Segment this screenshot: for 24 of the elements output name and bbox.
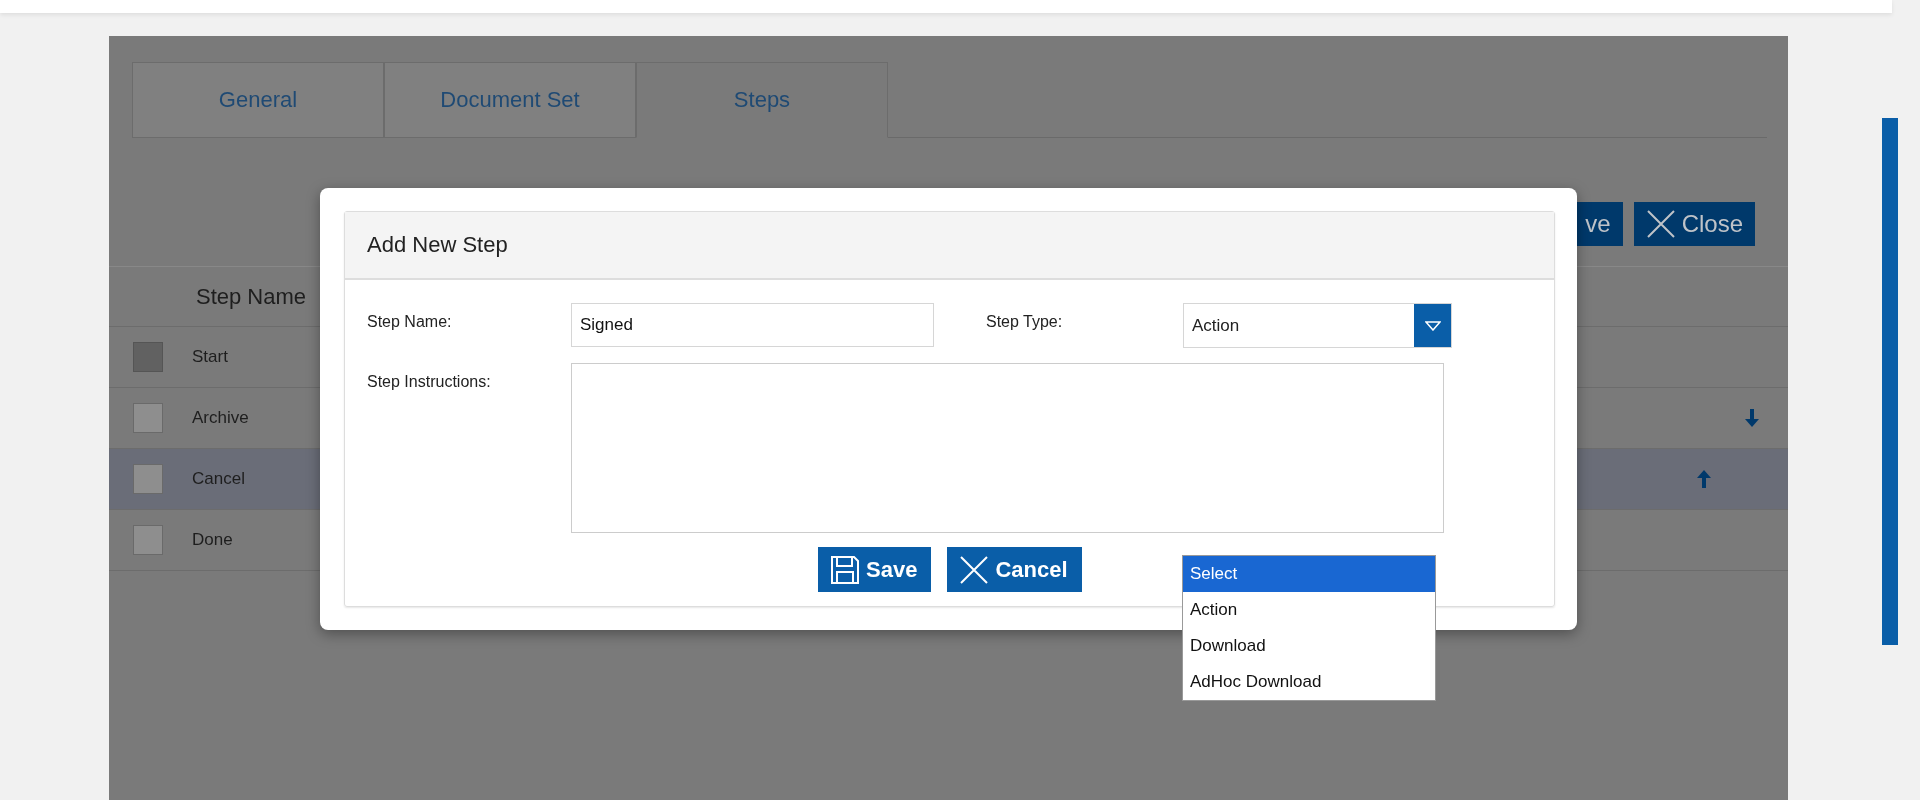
column-header: Step Name [196,283,307,310]
row-checkbox[interactable] [133,403,163,433]
cancel-button[interactable]: Cancel [947,547,1082,592]
field-label: Step Type: [986,312,1064,331]
table-cell-text: Start [192,347,229,367]
step-instructions-field[interactable] [571,363,1444,533]
step-name-field[interactable]: Signed [571,303,934,347]
row-checkbox[interactable] [133,464,163,494]
field-label: Step Name: [367,312,453,331]
caret-icon [1424,320,1441,331]
step-type-select[interactable]: Action [1183,303,1452,348]
save-button[interactable]: Save [818,547,932,592]
dialog-title: Add New Step [367,232,508,258]
row-checkbox[interactable] [133,525,163,555]
table-cell-text: Archive [192,408,250,428]
field-label: Step Instructions: [367,372,492,391]
dropdown-option[interactable]: Select [1183,556,1435,592]
close-icon [1645,209,1676,239]
table-cell-text: Done [192,530,234,550]
up-arrow-icon[interactable] [1697,470,1711,488]
table-cell-text: Cancel [192,469,246,489]
close-button[interactable]: Close [1633,202,1755,246]
close-icon [959,554,990,585]
down-arrow-icon[interactable] [1745,409,1759,427]
